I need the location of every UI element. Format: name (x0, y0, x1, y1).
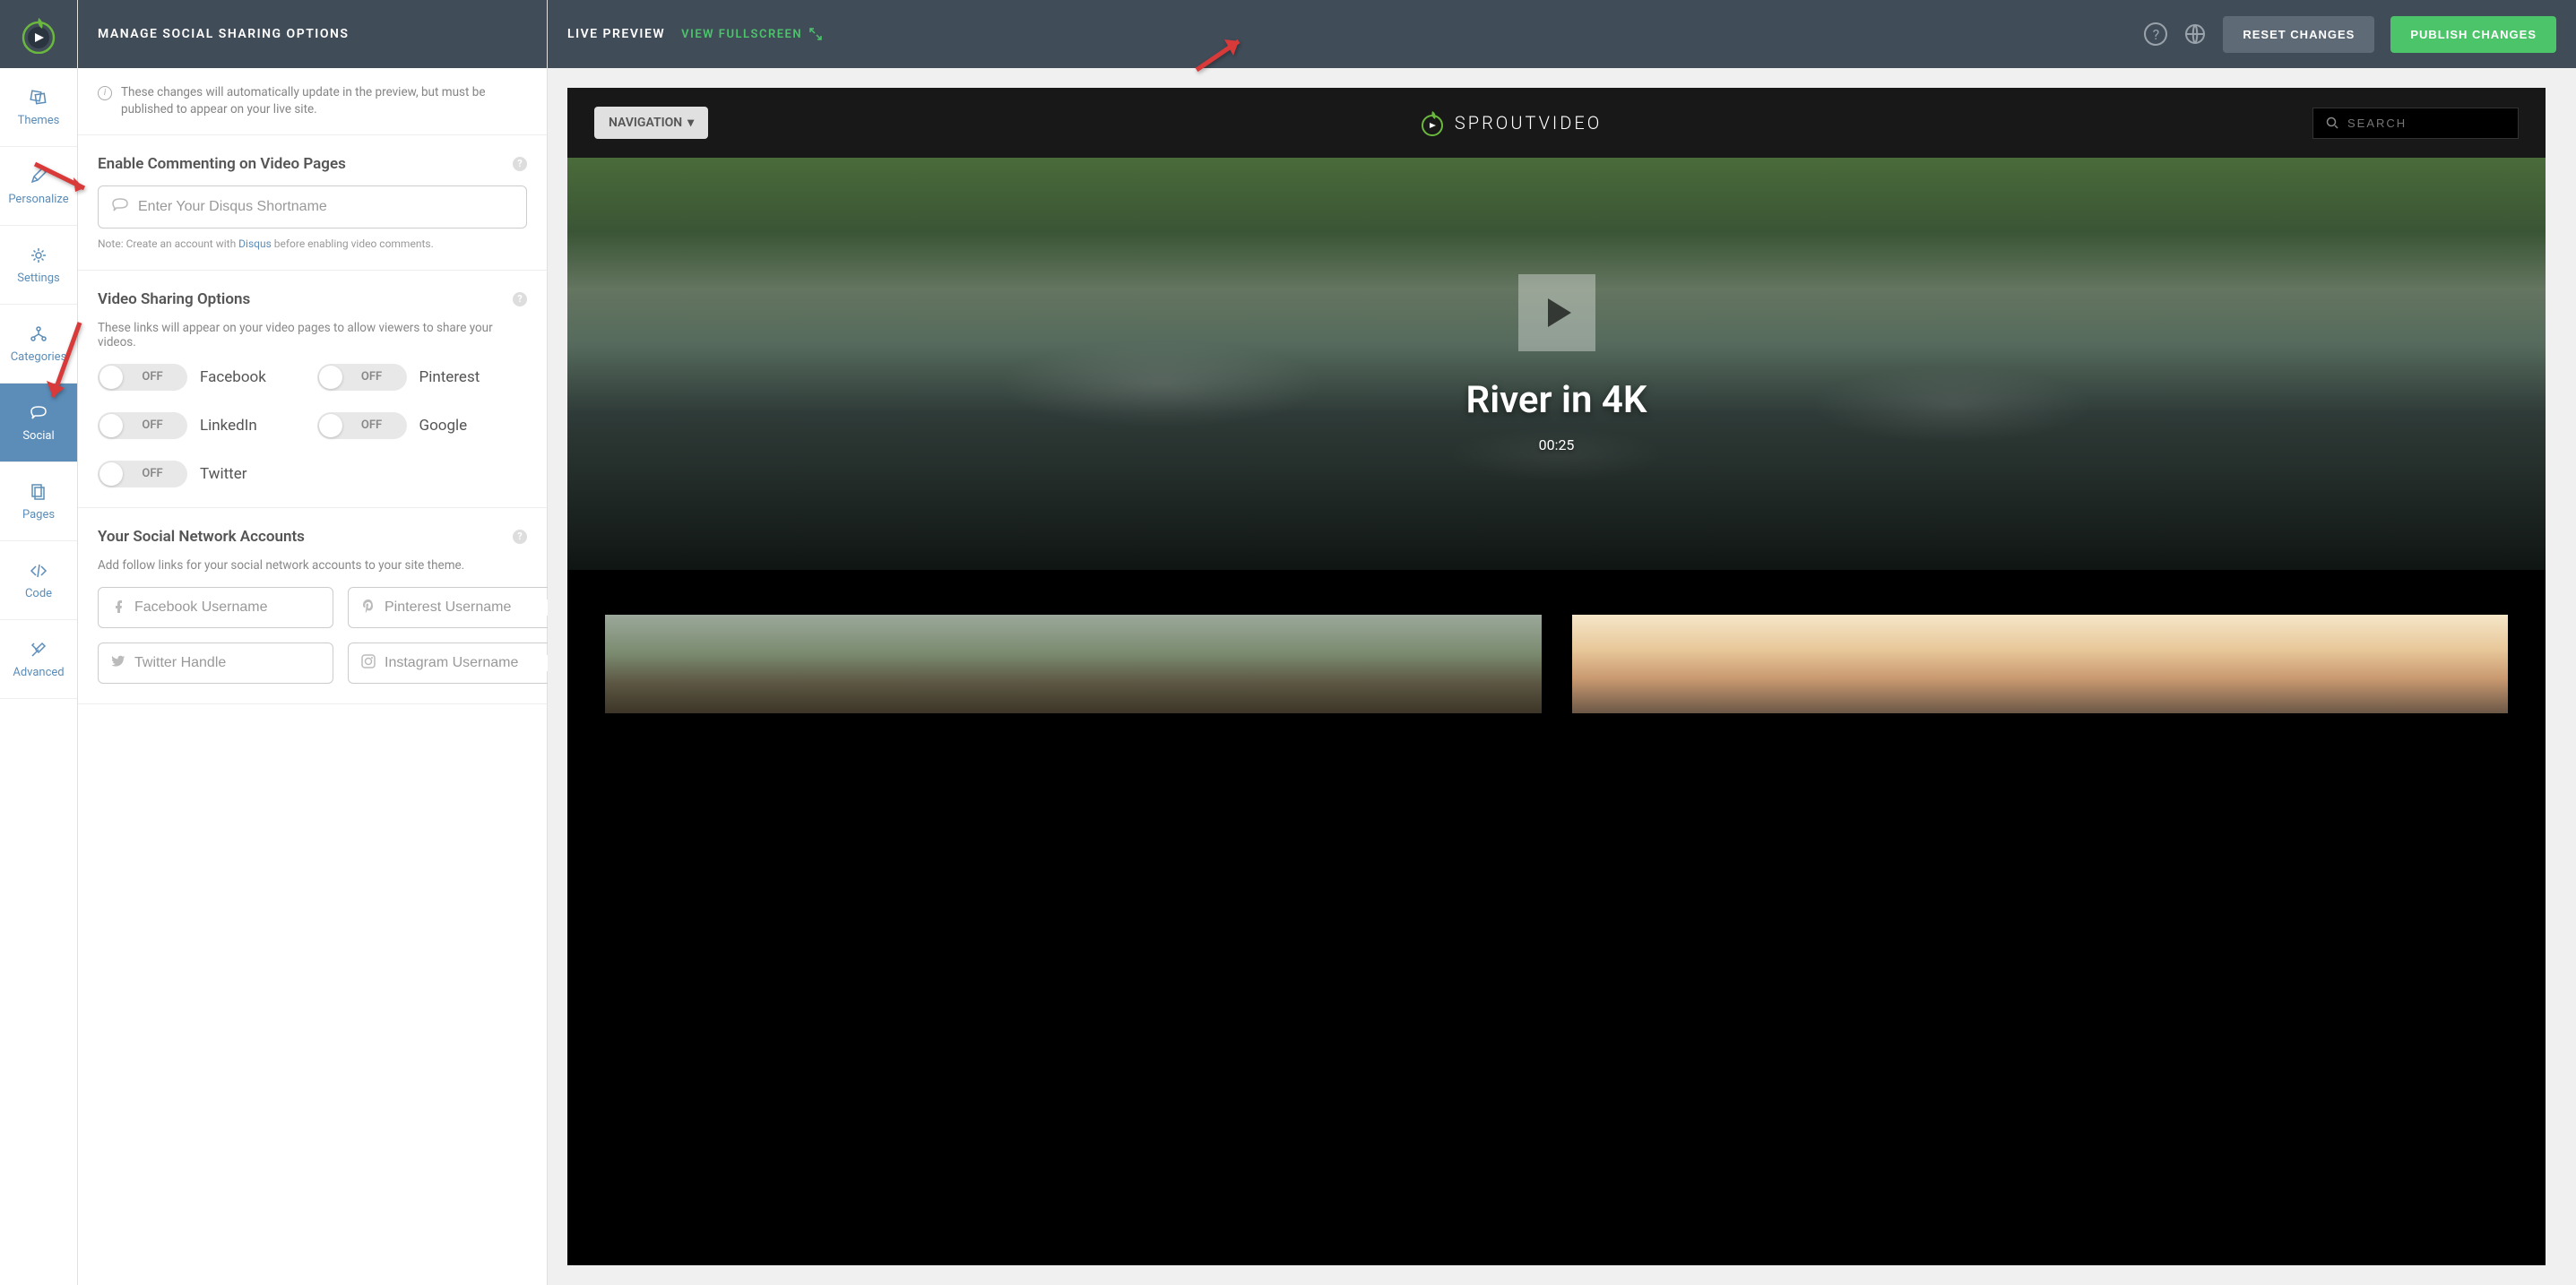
toggle-google: OFF Google (317, 412, 528, 439)
nav-label: Advanced (13, 666, 64, 679)
preview-frame: NAVIGATION ▾ SPROUTVIDEO River in 4K (567, 88, 2546, 1265)
pinterest-input[interactable] (385, 599, 570, 616)
nav-code[interactable]: Code (0, 541, 77, 620)
help-icon[interactable]: ? (513, 530, 527, 544)
pinterest-icon (361, 599, 376, 617)
twitter-input-wrap[interactable] (98, 642, 333, 684)
nav-pages[interactable]: Pages (0, 462, 77, 541)
sharing-section: Video Sharing Options ? These links will… (78, 271, 547, 508)
facebook-input[interactable] (134, 599, 320, 616)
toggle-switch[interactable]: OFF (98, 461, 187, 487)
panel-title: MANAGE SOCIAL SHARING OPTIONS (78, 0, 547, 68)
toggle-switch[interactable]: OFF (317, 364, 407, 391)
facebook-icon (111, 599, 125, 617)
live-preview-label: LIVE PREVIEW (567, 27, 665, 41)
chat-icon (111, 197, 129, 217)
themes-icon (29, 88, 48, 108)
twitter-icon (111, 654, 125, 672)
reset-button[interactable]: RESET CHANGES (2223, 16, 2374, 53)
video-thumbnail[interactable] (605, 615, 1542, 713)
publish-button[interactable]: PUBLISH CHANGES (2390, 16, 2556, 53)
nav-label: Social (22, 429, 54, 443)
search-box[interactable] (2312, 108, 2519, 139)
tools-icon (29, 640, 48, 660)
toggle-switch[interactable]: OFF (98, 412, 187, 439)
preview-topbar: LIVE PREVIEW VIEW FULLSCREEN ? RESET CHA… (548, 0, 2576, 68)
gear-icon (29, 246, 48, 265)
commenting-section: Enable Commenting on Video Pages ? Note:… (78, 135, 547, 271)
play-button[interactable] (1518, 274, 1595, 351)
annotation-arrow (30, 160, 102, 206)
search-icon (2326, 116, 2338, 129)
navigation-button[interactable]: NAVIGATION ▾ (594, 107, 708, 139)
nav-label: Pages (22, 508, 55, 522)
help-icon[interactable]: ? (513, 292, 527, 306)
code-icon (29, 561, 48, 581)
chevron-down-icon: ▾ (687, 116, 694, 130)
nav-label: Settings (17, 272, 59, 285)
sharing-title: Video Sharing Options (98, 290, 250, 308)
nav-label: Code (25, 587, 52, 600)
globe-button[interactable] (2183, 22, 2207, 46)
preview-site-header: NAVIGATION ▾ SPROUTVIDEO (567, 88, 2546, 158)
disqus-input[interactable] (138, 199, 514, 215)
view-fullscreen-link[interactable]: VIEW FULLSCREEN (681, 28, 822, 41)
toggle-linkedin: OFF LinkedIn (98, 412, 308, 439)
toggle-switch[interactable]: OFF (317, 412, 407, 439)
accounts-section: Your Social Network Accounts ? Add follo… (78, 508, 547, 704)
commenting-title: Enable Commenting on Video Pages (98, 155, 346, 173)
info-banner: i These changes will automatically updat… (78, 68, 547, 135)
video-title: River in 4K (1466, 378, 1647, 422)
brand-logo[interactable]: SPROUTVIDEO (726, 109, 2295, 136)
video-hero[interactable]: River in 4K 00:25 (567, 158, 2546, 570)
nav-advanced[interactable]: Advanced (0, 620, 77, 699)
nav-settings[interactable]: Settings (0, 226, 77, 305)
video-thumbnail[interactable] (1572, 615, 2509, 713)
logo[interactable] (0, 0, 77, 68)
toggle-pinterest: OFF Pinterest (317, 364, 528, 391)
disqus-note: Note: Create an account with Disqus befo… (98, 237, 527, 250)
settings-panel: MANAGE SOCIAL SHARING OPTIONS i These ch… (78, 0, 548, 1285)
annotation-arrow (1192, 32, 1255, 81)
search-input[interactable] (2347, 116, 2505, 130)
help-button[interactable]: ? (2144, 22, 2167, 46)
disqus-input-wrap[interactable] (98, 185, 527, 229)
nav-label: Themes (18, 114, 60, 127)
accounts-desc: Add follow links for your social network… (98, 558, 527, 573)
accounts-title: Your Social Network Accounts (98, 528, 305, 546)
expand-icon (809, 28, 822, 40)
toggle-twitter: OFF Twitter (98, 461, 308, 487)
help-icon[interactable]: ? (513, 157, 527, 171)
pages-icon (29, 482, 48, 502)
toggle-switch[interactable]: OFF (98, 364, 187, 391)
scrollbar[interactable] (2546, 88, 2556, 1265)
disqus-link[interactable]: Disqus (238, 237, 272, 250)
info-icon: i (98, 86, 112, 100)
preview-area: NAVIGATION ▾ SPROUTVIDEO River in 4K (548, 68, 2576, 1285)
twitter-input[interactable] (134, 655, 320, 671)
video-duration: 00:25 (1539, 436, 1575, 453)
thumbnail-row (567, 570, 2546, 733)
nav-themes[interactable]: Themes (0, 68, 77, 147)
instagram-icon (361, 654, 376, 672)
sharing-desc: These links will appear on your video pa… (98, 321, 527, 349)
facebook-input-wrap[interactable] (98, 587, 333, 628)
annotation-arrow (39, 318, 93, 420)
toggle-facebook: OFF Facebook (98, 364, 308, 391)
preview-panel: LIVE PREVIEW VIEW FULLSCREEN ? RESET CHA… (548, 0, 2576, 1285)
instagram-input[interactable] (385, 655, 570, 671)
